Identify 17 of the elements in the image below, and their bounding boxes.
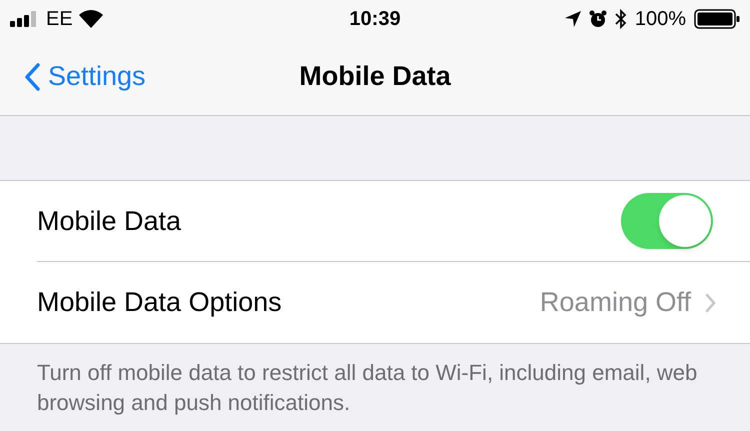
location-arrow-icon bbox=[564, 11, 581, 27]
footer-note: Turn off mobile data to restrict all data to Wi-Fi, including email, web browsing and push notifications. bbox=[36, 359, 698, 417]
bluetooth-icon bbox=[614, 9, 627, 29]
alarm-clock-icon bbox=[588, 10, 607, 28]
settings-row[interactable]: Mobile Data Options Roaming Off bbox=[37, 262, 750, 343]
carrier-name: EE bbox=[46, 7, 73, 32]
battery-percent: 100% bbox=[634, 7, 686, 32]
wifi-icon bbox=[78, 10, 103, 28]
chevron-right-icon bbox=[705, 292, 716, 312]
row-label: Mobile Data bbox=[37, 204, 182, 238]
clock-time: 10:39 bbox=[349, 7, 401, 32]
row-label: Mobile Data Options bbox=[37, 286, 282, 320]
page-title: Mobile Data bbox=[299, 60, 451, 94]
chevron-left-icon bbox=[24, 62, 40, 90]
row-value: Roaming Off bbox=[540, 286, 691, 320]
back-button[interactable]: Settings bbox=[0, 56, 146, 97]
battery-icon bbox=[694, 9, 740, 29]
